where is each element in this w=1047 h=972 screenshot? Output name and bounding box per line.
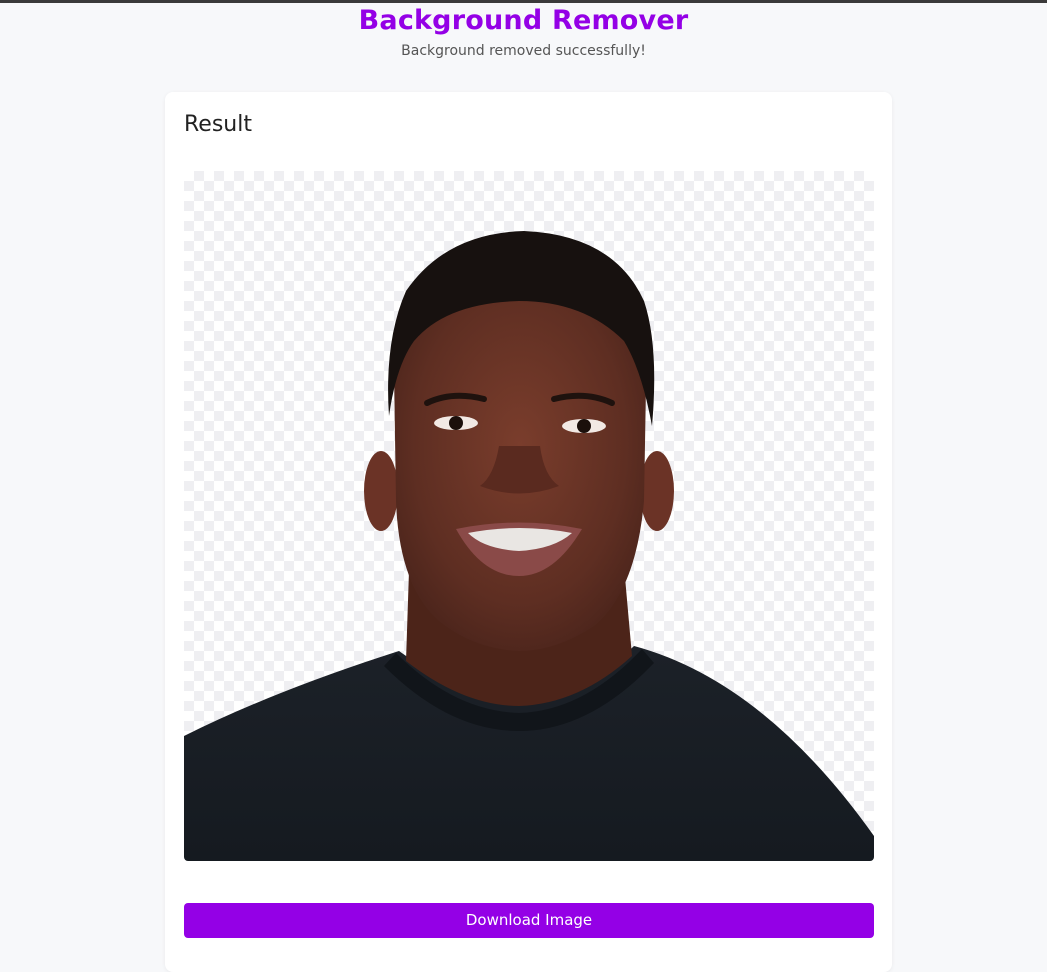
left-pupil-shape: [449, 416, 463, 430]
result-image: [184, 171, 874, 861]
right-pupil-shape: [577, 419, 591, 433]
result-heading: Result: [184, 112, 252, 137]
window-top-border: [0, 0, 1047, 3]
result-card: Result Download Image: [165, 92, 892, 972]
download-image-button[interactable]: Download Image: [184, 903, 874, 938]
page-header: Background Remover Background removed su…: [0, 4, 1047, 60]
app-title: Background Remover: [358, 5, 689, 36]
portrait-illustration: [184, 231, 874, 861]
status-message: Background removed successfully!: [401, 43, 646, 59]
right-ear-shape: [640, 451, 674, 531]
left-ear-shape: [364, 451, 398, 531]
